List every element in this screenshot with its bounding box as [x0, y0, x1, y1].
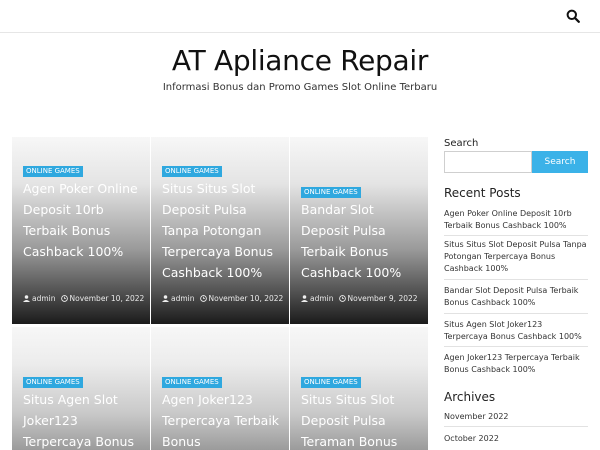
user-icon — [301, 295, 308, 302]
archive-link[interactable]: November 2022 — [444, 411, 588, 423]
post-grid: ONLINE GAMES Agen Poker Online Deposit 1… — [12, 137, 428, 450]
divider — [444, 313, 588, 314]
search-icon[interactable] — [566, 9, 580, 23]
top-bar — [0, 0, 600, 33]
recent-post-link[interactable]: Situs Agen Slot Joker123 Terpercaya Bonu… — [444, 319, 588, 343]
post-date-wrap[interactable]: November 10, 2022 — [199, 294, 284, 303]
category-badge[interactable]: ONLINE GAMES — [301, 187, 361, 198]
post-meta: admin November 10, 2022 — [23, 293, 147, 304]
recent-post-link[interactable]: Agen Poker Online Deposit 10rb Terbaik B… — [444, 208, 588, 232]
category-badge[interactable]: ONLINE GAMES — [162, 166, 222, 177]
archives-title: Archives — [444, 390, 496, 404]
user-icon — [23, 295, 30, 302]
site-title[interactable]: AT Apliance Repair — [0, 44, 600, 77]
post-author[interactable]: admin — [32, 294, 56, 303]
post-date: November 10, 2022 — [69, 294, 145, 303]
post-author[interactable]: admin — [310, 294, 334, 303]
post-date: November 9, 2022 — [347, 294, 418, 303]
divider — [444, 235, 588, 236]
site-description: Informasi Bonus dan Promo Games Slot Onl… — [162, 82, 438, 93]
category-badge[interactable]: ONLINE GAMES — [301, 377, 361, 388]
category-badge[interactable]: ONLINE GAMES — [23, 377, 83, 388]
post-date-wrap[interactable]: November 10, 2022 — [60, 294, 145, 303]
search-button[interactable]: Search — [532, 151, 588, 173]
recent-post-link[interactable]: Agen Joker123 Terpercaya Terbaik Bonus C… — [444, 352, 588, 376]
user-icon — [162, 295, 169, 302]
post-card[interactable]: ONLINE GAMES Agen Poker Online Deposit 1… — [12, 137, 150, 324]
post-card[interactable]: ONLINE GAMES Situs Situs Slot Deposit Pu… — [151, 137, 289, 324]
recent-posts-title: Recent Posts — [444, 186, 521, 200]
post-title[interactable]: Situs Situs Slot Deposit Pulsa Tanpa Pot… — [162, 178, 284, 283]
divider — [444, 426, 588, 427]
recent-post-link[interactable]: Situs Situs Slot Deposit Pulsa Tanpa Pot… — [444, 239, 588, 275]
search-label: Search — [444, 138, 479, 149]
post-card[interactable]: ONLINE GAMES Situs Agen Slot Joker123 Te… — [12, 327, 150, 450]
post-title[interactable]: Bandar Slot Deposit Pulsa Terbaik Bonus … — [301, 199, 423, 283]
category-badge[interactable]: ONLINE GAMES — [23, 166, 83, 177]
post-title[interactable]: Situs Agen Slot Joker123 Terpercaya Bonu… — [23, 389, 145, 450]
post-title[interactable]: Agen Joker123 Terpercaya Terbaik Bonus — [162, 389, 284, 450]
clock-icon — [60, 295, 68, 302]
clock-icon — [338, 295, 346, 302]
post-card[interactable]: ONLINE GAMES Situs Situs Slot Deposit Pu… — [290, 327, 428, 450]
post-title[interactable]: Situs Situs Slot Deposit Pulsa Teraman B… — [301, 389, 423, 450]
category-badge[interactable]: ONLINE GAMES — [162, 377, 222, 388]
recent-post-link[interactable]: Bandar Slot Deposit Pulsa Terbaik Bonus … — [444, 285, 588, 309]
search-input[interactable] — [444, 151, 532, 173]
post-card[interactable]: ONLINE GAMES Agen Joker123 Terpercaya Te… — [151, 327, 289, 450]
post-meta: admin November 10, 2022 — [162, 293, 286, 304]
divider — [444, 346, 588, 347]
post-title[interactable]: Agen Poker Online Deposit 10rb Terbaik B… — [23, 178, 145, 262]
post-card[interactable]: ONLINE GAMES Bandar Slot Deposit Pulsa T… — [290, 137, 428, 324]
clock-icon — [199, 295, 207, 302]
post-date-wrap[interactable]: November 9, 2022 — [338, 294, 418, 303]
post-author[interactable]: admin — [171, 294, 195, 303]
archive-link[interactable]: October 2022 — [444, 433, 588, 445]
post-date: November 10, 2022 — [208, 294, 284, 303]
divider — [444, 279, 588, 280]
post-meta: admin November 9, 2022 — [301, 293, 425, 304]
